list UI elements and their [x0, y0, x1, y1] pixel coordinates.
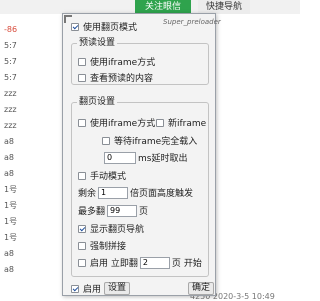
- show-nav-checkbox[interactable]: [78, 224, 86, 233]
- list-item[interactable]: zzz: [4, 102, 62, 118]
- preload-iframe-label: 使用iframe方式: [90, 58, 156, 68]
- new-iframe-label: 新iframe: [168, 119, 207, 129]
- settings-button[interactable]: 设置: [104, 282, 131, 295]
- manual-mode-label: 手动模式: [90, 172, 127, 182]
- list-item[interactable]: 5:7: [4, 38, 62, 54]
- new-iframe-checkbox[interactable]: [156, 118, 164, 127]
- remain-row: 剩余 倍页面高度触发: [78, 186, 193, 199]
- preview-content-row[interactable]: 查看预读的内容: [78, 71, 153, 84]
- delay-input[interactable]: [104, 151, 136, 164]
- list-item[interactable]: 1号: [4, 182, 62, 198]
- enable-checkbox[interactable]: [71, 284, 79, 293]
- enable-label: 启用: [83, 285, 102, 295]
- preload-iframe-checkbox[interactable]: [78, 57, 86, 66]
- follow-wechat-button[interactable]: 关注眼信: [135, 0, 191, 14]
- list-item[interactable]: a8: [4, 166, 62, 182]
- preview-content-checkbox[interactable]: [78, 73, 86, 82]
- manual-mode-checkbox[interactable]: [78, 171, 86, 180]
- preview-content-label: 查看预读的内容: [90, 74, 154, 84]
- list-item[interactable]: a8: [4, 150, 62, 166]
- force-join-row[interactable]: 强制拼接: [78, 239, 126, 252]
- list-item[interactable]: 1号: [4, 230, 62, 246]
- preload-settings-group: 预读设置 使用iframe方式 查看预读的内容: [71, 38, 209, 85]
- paging-iframe-checkbox[interactable]: [78, 118, 86, 127]
- list-item[interactable]: zzz: [4, 118, 62, 134]
- paging-iframe-label: 使用iframe方式: [90, 119, 156, 129]
- jump-label: 启用 立即翻: [90, 259, 138, 269]
- quick-nav-button[interactable]: 快捷导航: [198, 0, 250, 14]
- show-nav-label: 显示翻页导航: [90, 225, 145, 235]
- list-item[interactable]: a8: [4, 134, 62, 150]
- preload-settings-title: 预读设置: [77, 38, 118, 49]
- paging-iframe-row[interactable]: 使用iframe方式: [78, 116, 155, 129]
- bottom-controls: 启用 设置: [71, 282, 131, 295]
- list-item[interactable]: 1号: [4, 198, 62, 214]
- jump-row: 启用 立即翻 页 开始: [78, 256, 202, 269]
- remain-suffix: 倍页面高度触发: [130, 189, 194, 199]
- max-pages-prefix: 最多翻: [78, 207, 106, 217]
- remain-prefix: 剩余: [78, 189, 97, 199]
- list-item[interactable]: 5:7: [4, 54, 62, 70]
- paging-settings-group: 翻页设置 使用iframe方式 新iframe 等待iframe完全载入 ms延…: [71, 97, 209, 277]
- paging-mode-label: 使用翻页模式: [83, 23, 138, 33]
- remain-input[interactable]: [98, 186, 129, 199]
- manual-mode-row[interactable]: 手动模式: [78, 169, 126, 182]
- list-item[interactable]: zzz: [4, 86, 62, 102]
- wait-iframe-row[interactable]: 等待iframe完全载入: [102, 134, 197, 147]
- preload-iframe-row[interactable]: 使用iframe方式: [78, 55, 155, 68]
- list-item[interactable]: -86: [4, 22, 62, 38]
- force-join-checkbox[interactable]: [78, 241, 86, 250]
- paging-settings-title: 翻页设置: [77, 97, 118, 108]
- jump-suffix: 页: [171, 259, 181, 269]
- max-pages-input[interactable]: [107, 204, 138, 217]
- background-list: -86 5:7 5:7 5:7 zzz zzz zzz a8 a8 a8 1号 …: [4, 22, 62, 278]
- max-pages-suffix: 页: [139, 207, 149, 217]
- version-label: Super_preloader: [163, 18, 221, 26]
- confirm-row: 确定: [185, 282, 215, 295]
- jump-checkbox[interactable]: [78, 258, 86, 267]
- paging-mode-row[interactable]: 使用翻页模式: [71, 20, 137, 33]
- list-item[interactable]: a8: [4, 246, 62, 262]
- list-item[interactable]: 1号: [4, 214, 62, 230]
- wait-iframe-label: 等待iframe完全载入: [114, 137, 198, 147]
- force-join-label: 强制拼接: [90, 242, 127, 252]
- super-preloader-settings-panel: Super_preloader 使用翻页模式 预读设置 使用iframe方式 查…: [62, 13, 221, 296]
- jump-start-label: 开始: [183, 259, 202, 269]
- new-iframe-row[interactable]: 新iframe: [156, 116, 206, 129]
- max-pages-row: 最多翻 页: [78, 204, 148, 217]
- jump-input[interactable]: [139, 256, 170, 269]
- list-item[interactable]: a8: [4, 262, 62, 278]
- paging-mode-checkbox[interactable]: [71, 22, 79, 31]
- show-nav-row[interactable]: 显示翻页导航: [78, 222, 144, 235]
- list-item[interactable]: 5:7: [4, 70, 62, 86]
- delay-suffix: ms延时取出: [138, 154, 188, 164]
- confirm-button[interactable]: 确定: [188, 282, 215, 295]
- delay-row: ms延时取出: [102, 151, 187, 164]
- wait-iframe-checkbox[interactable]: [102, 136, 110, 145]
